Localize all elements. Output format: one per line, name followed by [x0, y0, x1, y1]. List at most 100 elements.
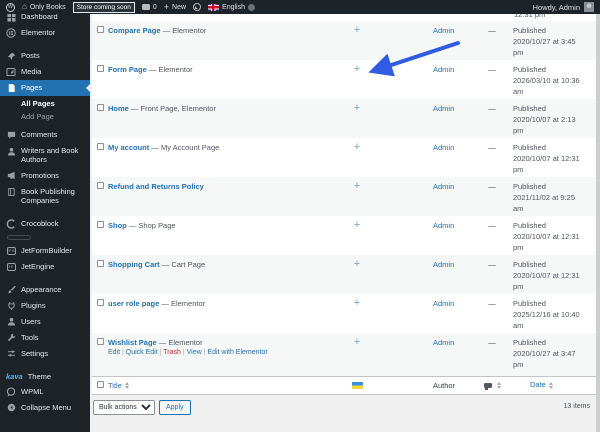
page-title-link[interactable]: Refund and Returns Policy	[108, 182, 204, 191]
sidebar-item-dashboard[interactable]: Dashboard	[0, 14, 90, 25]
new-content-menu[interactable]: + New	[164, 3, 186, 12]
publish-date: 2026/03/10 at 10:36 am	[513, 75, 580, 96]
view-link[interactable]: View	[187, 349, 202, 356]
add-translation-icon[interactable]: +	[354, 337, 360, 376]
sidebar-item-elementor[interactable]: Elementor	[0, 25, 90, 41]
sidebar-item-comments[interactable]: Comments	[0, 127, 90, 143]
page-title-link[interactable]: Home	[108, 104, 129, 113]
page-title-link[interactable]: Wishlist Page	[108, 338, 157, 347]
sidebar-item-appearance[interactable]: Appearance	[0, 282, 90, 298]
sidebar-item-settings[interactable]: Settings	[0, 346, 90, 362]
store-coming-soon-badge[interactable]: Store coming soon	[72, 1, 135, 13]
sidebar-item-writers-and-book-authors[interactable]: Writers and Book Authors	[0, 143, 90, 168]
table-row-shop: Shop — Shop Page + Admin — Published 202…	[92, 216, 596, 255]
sidebar-item-pages[interactable]: Pages	[0, 80, 90, 96]
quick-edit-link[interactable]: Quick Edit	[126, 349, 158, 356]
page-title-link[interactable]: Compare Page	[108, 26, 161, 35]
add-translation-icon[interactable]: +	[354, 259, 360, 294]
bulk-actions-select[interactable]: Bulk actions	[93, 400, 155, 415]
page-title-link[interactable]: Form Page	[108, 65, 147, 74]
collapse-menu-button[interactable]: Collapse Menu	[0, 400, 90, 416]
comments-column-icon[interactable]	[483, 382, 492, 390]
comments-menu[interactable]: 0	[141, 4, 157, 11]
language-switcher[interactable]: English	[208, 3, 255, 11]
add-translation-icon[interactable]: +	[354, 103, 360, 138]
sidebar-item-kava-theme[interactable]: kava Theme	[0, 369, 90, 384]
sidebar-item-label: Pages	[21, 83, 43, 92]
sidebar-item-jetengine[interactable]: JE JetEngine	[0, 259, 90, 275]
sidebar-item-label: Appearance	[21, 284, 62, 294]
select-row-checkbox[interactable]	[97, 104, 104, 111]
add-translation-icon[interactable]: +	[354, 220, 360, 255]
select-all-checkbox[interactable]	[97, 381, 104, 388]
author-link[interactable]: Admin	[433, 65, 454, 74]
sort-by-title[interactable]: Title	[108, 381, 129, 390]
wordpress-logo-icon[interactable]: W	[6, 2, 15, 12]
author-link[interactable]: Admin	[433, 104, 454, 113]
page-title-link[interactable]: Shopping Cart	[108, 260, 160, 269]
sidebar-item-tools[interactable]: Tools	[0, 330, 90, 346]
sidebar-item-posts[interactable]: Posts	[0, 48, 90, 64]
sidebar-item-media[interactable]: Media	[0, 64, 90, 80]
items-count: 13 items	[563, 403, 590, 410]
no-comments-dash: —	[488, 104, 496, 113]
sidebar-item-users[interactable]: Users	[0, 314, 90, 330]
select-row-checkbox[interactable]	[97, 221, 104, 228]
page-title-link[interactable]: user role page	[108, 299, 159, 308]
no-comments-dash: —	[488, 299, 496, 308]
sidebar-item-promotions[interactable]: Promotions	[0, 168, 90, 184]
page-title-link[interactable]: My account	[108, 143, 149, 152]
sidebar-item-wpml[interactable]: WPML	[0, 384, 90, 400]
language-flag-icon[interactable]	[351, 382, 363, 389]
publish-date: 2020/10/07 at 12:31 pm	[513, 153, 580, 174]
add-translation-icon[interactable]: +	[354, 64, 360, 99]
sort-by-date[interactable]: Date	[530, 380, 553, 391]
add-translation-icon[interactable]: +	[354, 298, 360, 333]
page-title-link[interactable]: Shop	[108, 221, 127, 230]
select-row-checkbox[interactable]	[97, 260, 104, 267]
author-link[interactable]: Admin	[433, 143, 454, 152]
author-link[interactable]: Admin	[433, 182, 454, 191]
author-link[interactable]: Admin	[433, 221, 454, 230]
table-row-form-page: Form Page — Elementor + Admin — Publishe…	[92, 60, 596, 99]
uk-flag-icon	[208, 3, 220, 11]
select-row-checkbox[interactable]	[97, 299, 104, 306]
select-row-checkbox[interactable]	[97, 143, 104, 150]
select-row-checkbox[interactable]	[97, 182, 104, 189]
page-title-suffix: — Elementor	[162, 26, 207, 35]
author-link[interactable]: Admin	[433, 299, 454, 308]
scrollbar[interactable]	[596, 14, 600, 432]
select-row-checkbox[interactable]	[97, 338, 104, 345]
add-translation-icon[interactable]: +	[354, 25, 360, 60]
add-translation-icon[interactable]: +	[354, 142, 360, 177]
author-link[interactable]: Admin	[433, 26, 454, 35]
edit-with-elementor-link[interactable]: Edit with Elementor	[207, 349, 267, 356]
submenu-item-all-pages[interactable]: All Pages	[0, 97, 90, 110]
author-link[interactable]: Admin	[433, 338, 454, 347]
trash-link[interactable]: Trash	[163, 349, 181, 356]
author-link[interactable]: Admin	[433, 260, 454, 269]
edit-link[interactable]: Edit	[108, 349, 120, 356]
wpml-icon[interactable]	[193, 3, 202, 11]
publish-date: 2020/10/27 at 3:47 pm	[513, 348, 576, 369]
sidebar-item-jetformbuilder[interactable]: JFB JetFormBuilder	[0, 243, 90, 259]
person-icon	[6, 146, 16, 156]
howdy-text[interactable]: Howdy, Admin	[533, 3, 580, 12]
select-row-checkbox[interactable]	[97, 65, 104, 72]
page-title-suffix: — Cart Page	[161, 260, 206, 269]
select-row-checkbox[interactable]	[97, 26, 104, 33]
site-name-menu[interactable]: ⌂ Only Books	[22, 3, 66, 11]
publish-date: 2020/10/27 at 3:45 pm	[513, 36, 576, 57]
avatar[interactable]	[584, 2, 594, 12]
sidebar-item-book-publishing-companies[interactable]: Book Publishing Companies	[0, 184, 90, 209]
wpml-icon	[6, 387, 16, 397]
sidebar-item-crocoblock[interactable]: Crocoblock	[0, 216, 90, 232]
jet-plugins-separator	[7, 234, 31, 240]
sidebar-item-plugins[interactable]: Plugins	[0, 298, 90, 314]
add-translation-icon[interactable]: +	[354, 181, 360, 216]
crocoblock-icon	[6, 218, 16, 229]
users-icon	[6, 317, 16, 327]
submenu-item-add-page[interactable]: Add Page	[0, 110, 90, 123]
publish-status: Published	[513, 143, 546, 152]
apply-button[interactable]: Apply	[159, 400, 191, 415]
